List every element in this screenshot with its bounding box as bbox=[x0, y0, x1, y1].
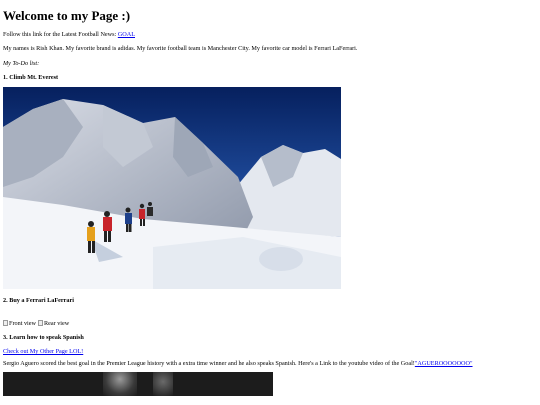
bio-paragraph: My names is Rish Khan. My favorite brand… bbox=[3, 44, 358, 52]
front-view-alt: Front view bbox=[9, 319, 36, 327]
page-title: Welcome to my Page :) bbox=[3, 8, 131, 23]
rear-view-image: Rear view bbox=[37, 319, 70, 327]
rear-view-alt: Rear view bbox=[43, 319, 70, 327]
front-view-image: Front view bbox=[3, 320, 36, 327]
todo-label: My To-Do list: bbox=[3, 60, 40, 68]
aguero-paragraph: Sergio Aguero scored the best goal in th… bbox=[3, 360, 537, 367]
broken-image-icon bbox=[37, 320, 43, 327]
todo-item-spanish: 3. Learn how to speak Spanish bbox=[3, 334, 84, 342]
ferrari-images: Front view Rear view bbox=[3, 318, 537, 328]
page-root: Welcome to my Page :) Follow this link f… bbox=[0, 0, 540, 396]
other-page-link[interactable]: Check out My Other Page LOL! bbox=[3, 348, 83, 355]
goal-link[interactable]: GOAL bbox=[118, 31, 135, 38]
todo-item-ferrari: 2. Buy a Ferrari LaFerrari bbox=[3, 297, 74, 305]
aguero-text: Sergio Aguero scored the best goal in th… bbox=[3, 360, 415, 368]
news-paragraph: Follow this link for the Latest Football… bbox=[3, 31, 537, 38]
todo-item-everest: 1. Climb Mt. Everest bbox=[3, 73, 59, 81]
news-prefix: Follow this link for the Latest Football… bbox=[3, 31, 118, 39]
everest-image bbox=[3, 87, 341, 290]
aguero-image bbox=[3, 371, 273, 396]
aguero-video-link[interactable]: "AGUEROOOOOOO" bbox=[415, 360, 473, 367]
broken-image-icon bbox=[3, 320, 8, 327]
